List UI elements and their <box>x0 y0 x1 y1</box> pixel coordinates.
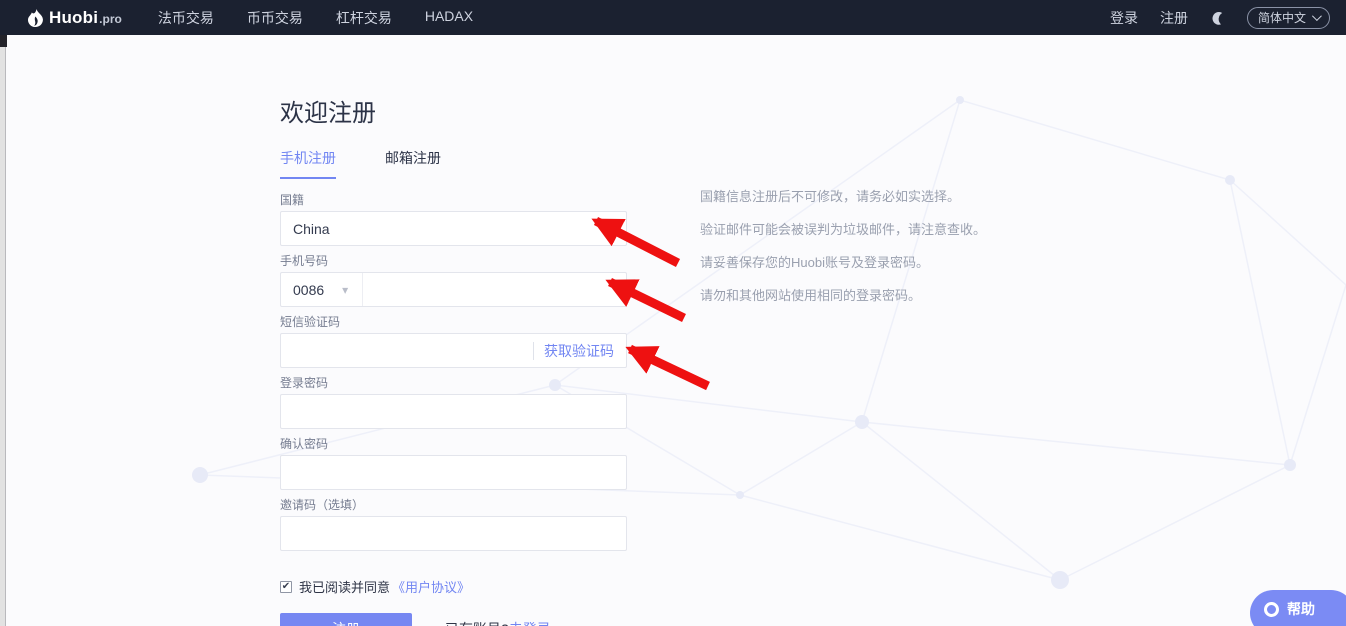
language-label: 简体中文 <box>1258 9 1306 26</box>
go-login-link[interactable]: 去登录 <box>509 621 551 626</box>
phone-label: 手机号码 <box>280 254 627 268</box>
confirm-password-input-box <box>280 455 627 490</box>
submit-row: 注册 已有账号?去登录 <box>280 613 627 626</box>
register-tabs: 手机注册 邮箱注册 <box>280 148 627 179</box>
chevron-down-icon: ▾ <box>342 283 348 297</box>
hints-panel: 国籍信息注册后不可修改，请务必如实选择。 验证邮件可能会被误判为垃圾邮件，请注意… <box>700 190 986 322</box>
brand-suffix: .pro <box>99 12 122 26</box>
help-ring-icon <box>1264 602 1279 617</box>
agreement-row: ✔ 我已阅读并同意 《用户协议》 <box>280 577 627 596</box>
phone-input-group: 0086 ▾ <box>280 272 627 307</box>
hint-line: 请妥善保存您的Huobi账号及登录密码。 <box>700 256 986 270</box>
huobi-logo[interactable]: Huobi .pro <box>28 8 122 28</box>
brand-name: Huobi <box>49 8 98 28</box>
password-input-box <box>280 394 627 429</box>
password-input[interactable] <box>293 395 614 428</box>
invite-code-input[interactable] <box>293 517 614 550</box>
hint-line: 请勿和其他网站使用相同的登录密码。 <box>700 289 986 303</box>
sms-code-label: 短信验证码 <box>280 315 627 329</box>
invite-code-input-box <box>280 516 627 551</box>
left-gutter-dark <box>0 35 7 47</box>
invite-code-label: 邀请码（选填） <box>280 498 627 512</box>
chevron-down-icon: ▾ <box>608 222 614 236</box>
register-form: 国籍 China ▾ 手机号码 0086 ▾ 短信验证码 获取验证码 <box>280 193 627 626</box>
hint-line: 验证邮件可能会被误判为垃圾邮件，请注意查收。 <box>700 223 986 237</box>
confirm-password-field: 确认密码 <box>280 437 627 490</box>
language-selector[interactable]: 简体中文 <box>1247 7 1330 29</box>
nav-menu: 法币交易 币币交易 杠杆交易 HADAX <box>158 8 473 28</box>
register-button[interactable]: 注册 <box>280 613 412 626</box>
nationality-field: 国籍 China ▾ <box>280 193 627 246</box>
have-account-text: 已有账号?去登录 <box>445 619 551 626</box>
phone-prefix-value: 0086 <box>293 282 324 298</box>
annotation-arrows <box>0 0 1346 626</box>
confirm-password-label: 确认密码 <box>280 437 627 451</box>
hint-line: 国籍信息注册后不可修改，请务必如实选择。 <box>700 190 986 204</box>
phone-number-input[interactable] <box>363 273 614 306</box>
page-title: 欢迎注册 <box>280 99 627 129</box>
password-label: 登录密码 <box>280 376 627 390</box>
get-code-button[interactable]: 获取验证码 <box>544 341 614 361</box>
divider <box>533 342 534 360</box>
nationality-select[interactable]: China ▾ <box>280 211 627 246</box>
top-nav: Huobi .pro 法币交易 币币交易 杠杆交易 HADAX 登录 注册 简体… <box>0 0 1346 35</box>
help-button[interactable]: 帮助 <box>1250 590 1346 626</box>
agreement-text: 我已阅读并同意 <box>299 577 390 596</box>
sms-code-field: 短信验证码 获取验证码 <box>280 315 627 368</box>
flame-icon <box>28 9 43 27</box>
tab-email-register[interactable]: 邮箱注册 <box>385 148 441 179</box>
chevron-down-icon <box>1312 11 1322 21</box>
nav-item-otc[interactable]: 法币交易 <box>158 8 214 28</box>
agreement-checkbox[interactable]: ✔ <box>280 581 292 593</box>
phone-prefix-select[interactable]: 0086 ▾ <box>293 273 363 306</box>
nav-right: 登录 注册 简体中文 <box>1110 7 1330 29</box>
register-link[interactable]: 注册 <box>1160 8 1188 28</box>
user-agreement-link[interactable]: 《用户协议》 <box>392 577 470 596</box>
login-link[interactable]: 登录 <box>1110 8 1138 28</box>
sms-code-input-group: 获取验证码 <box>280 333 627 368</box>
tab-phone-register[interactable]: 手机注册 <box>280 148 336 179</box>
arrow-to-get-code <box>630 349 708 386</box>
dark-mode-moon-icon[interactable] <box>1210 10 1225 25</box>
invite-code-field: 邀请码（选填） <box>280 498 627 551</box>
nav-item-margin[interactable]: 杠杆交易 <box>336 8 392 28</box>
help-label: 帮助 <box>1287 599 1315 626</box>
confirm-password-input[interactable] <box>293 456 614 489</box>
register-panel: 欢迎注册 手机注册 邮箱注册 国籍 China ▾ 手机号码 0086 ▾ 短信… <box>280 99 627 626</box>
password-field: 登录密码 <box>280 376 627 429</box>
background-pattern <box>0 35 1346 626</box>
nav-item-hadax[interactable]: HADAX <box>425 8 473 28</box>
left-gutter <box>0 35 6 626</box>
nationality-value: China <box>293 221 330 237</box>
have-account-label: 已有账号? <box>445 621 509 626</box>
nav-item-exchange[interactable]: 币币交易 <box>247 8 303 28</box>
phone-field: 手机号码 0086 ▾ <box>280 254 627 307</box>
sms-code-input[interactable] <box>293 334 533 367</box>
nationality-label: 国籍 <box>280 193 627 207</box>
